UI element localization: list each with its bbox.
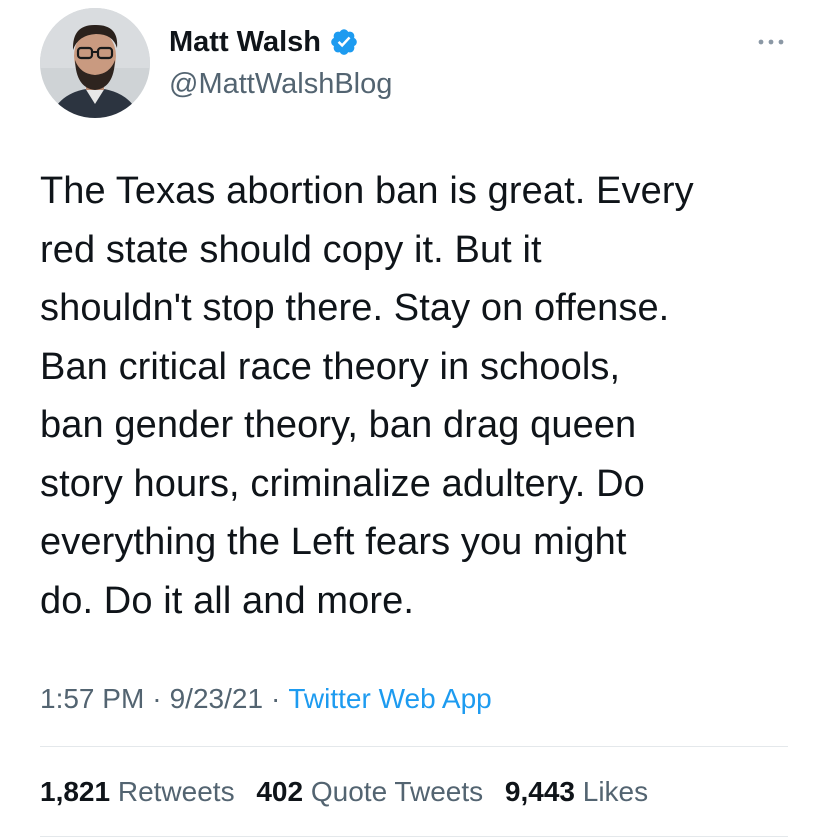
meta-separator: · [271,683,281,714]
avatar-image [40,8,150,118]
engagement-stats: 1,821 Retweets 402 Quote Tweets 9,443 Li… [40,770,662,814]
more-options-icon[interactable] [754,30,788,54]
retweets-label: Retweets [117,776,235,807]
tweet-text-line: do. Do it all and more. [40,579,415,622]
author-handle[interactable]: @MattWalshBlog [169,64,392,104]
author-display-name[interactable]: Matt Walsh [169,22,321,62]
tweet-text-line: shouldn't stop there. Stay on offense. [40,287,670,329]
tweet-text-line: ban gender theory, ban drag queen [40,404,637,446]
tweet-text-line: red state should copy it. But it [40,228,542,271]
tweet-source-link[interactable]: Twitter Web App [288,683,491,714]
tweet-metadata: 1:57 PM · 9/23/21 · Twitter Web App [40,677,492,721]
likes-stat[interactable]: 9,443 Likes [505,776,648,807]
quote-tweets-label: Quote Tweets [310,776,484,807]
author-name-row: Matt Walsh [169,22,359,62]
tweet-text-line: everything the Left fears you might [40,521,627,563]
tweet-date[interactable]: 9/23/21 [170,683,263,714]
quote-tweets-count: 402 [256,776,304,807]
quote-tweets-stat[interactable]: 402 Quote Tweets [256,776,483,807]
tweet-text-line: Ban critical race theory in schools, [40,345,621,388]
retweets-count: 1,821 [40,776,111,807]
likes-label: Likes [582,776,649,807]
avatar[interactable] [40,8,150,118]
tweet-text-line: story hours, criminalize adultery. Do [40,462,645,505]
tweet-text-line: The Texas abortion ban is great. Every [40,170,694,212]
verified-badge-icon [329,27,359,57]
divider [40,746,788,747]
tweet-text: The Texas abortion ban is great. Every r… [40,162,800,630]
likes-count: 9,443 [504,776,575,807]
retweets-stat[interactable]: 1,821 Retweets [40,776,235,807]
tweet-time[interactable]: 1:57 PM [40,683,144,714]
meta-separator: · [152,683,162,714]
divider [40,836,788,837]
